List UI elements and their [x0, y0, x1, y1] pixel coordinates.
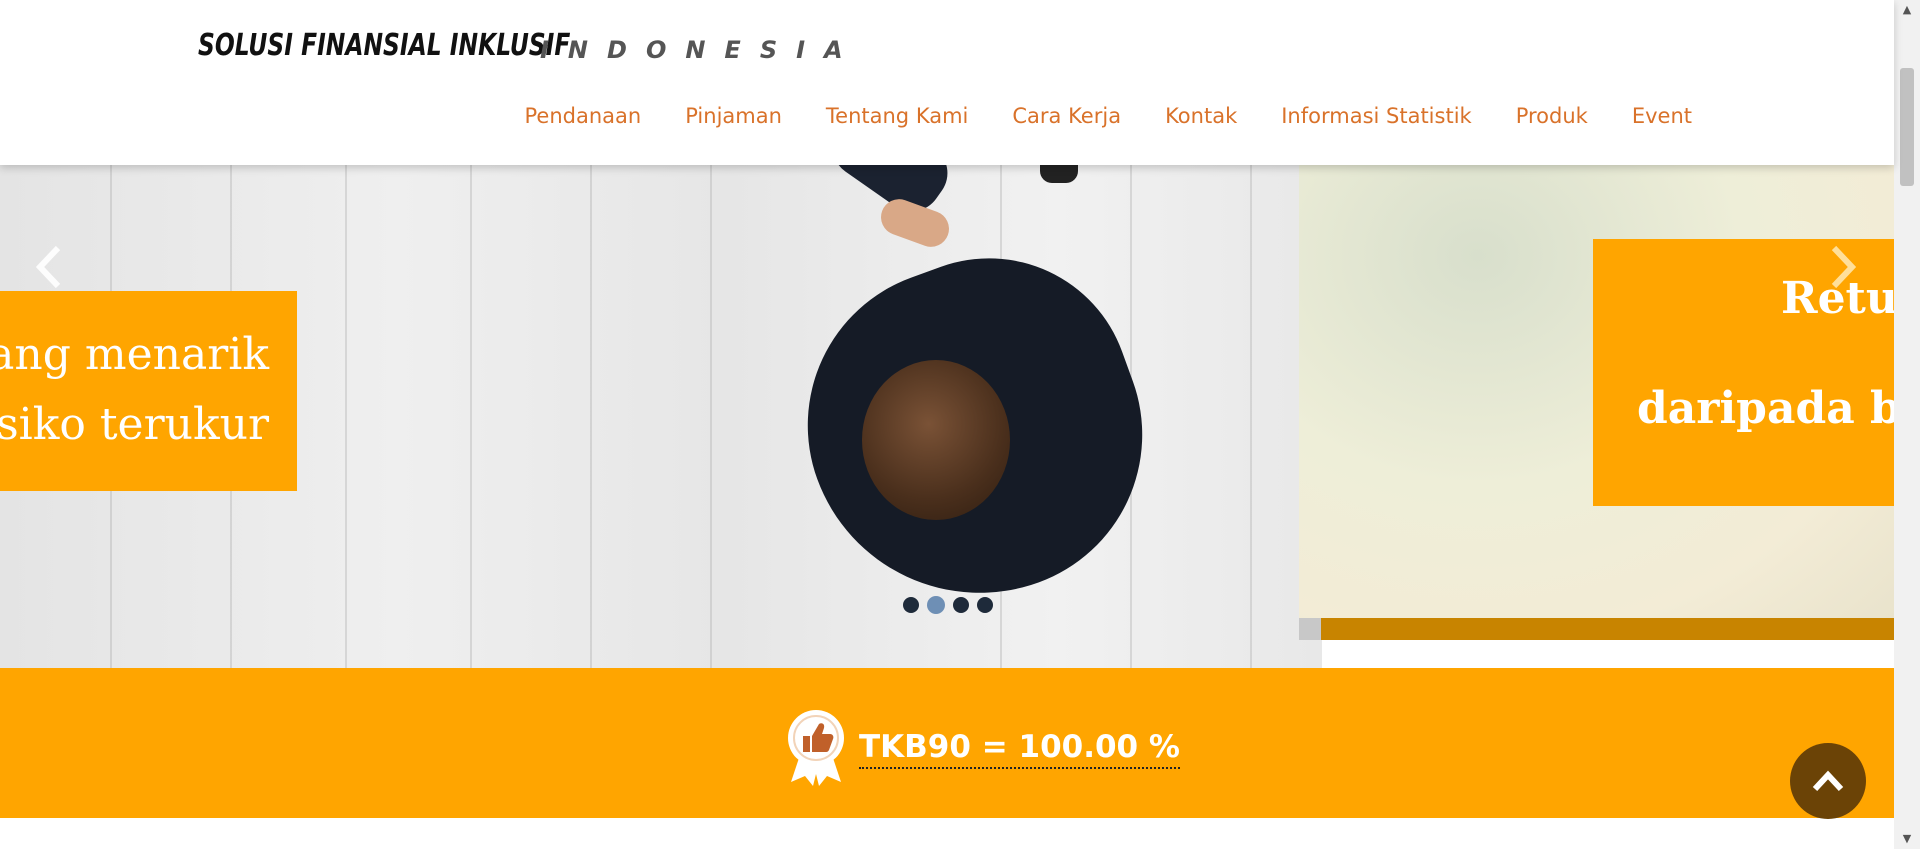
- logo-main-text: SOLUSI FINANSIAL INKLUSIF: [198, 28, 571, 63]
- chevron-up-icon: [1812, 770, 1844, 792]
- person-head-image: [862, 360, 1010, 520]
- nav-produk[interactable]: Produk: [1494, 104, 1610, 128]
- nav-pinjaman[interactable]: Pinjaman: [663, 104, 804, 128]
- slider-dot[interactable]: [903, 597, 919, 613]
- tkb-value-link[interactable]: TKB90 = 100.00 %: [859, 729, 1180, 769]
- caption-line: daripada bu: [1637, 383, 1894, 434]
- nav-cara-kerja[interactable]: Cara Kerja: [990, 104, 1143, 128]
- nav-tentang-kami[interactable]: Tentang Kami: [804, 104, 990, 128]
- slider-dot[interactable]: [953, 597, 969, 613]
- logo-sub-text: INDONESIA: [540, 36, 862, 64]
- caption-line: yang menarik: [0, 329, 269, 380]
- prev-slide-button[interactable]: [32, 242, 66, 304]
- slide-shadow: [1321, 618, 1894, 640]
- logo[interactable]: SOLUSI FINANSIAL INKLUSIF INDONESIA: [198, 28, 843, 68]
- next-slide-button[interactable]: [1826, 242, 1860, 304]
- slider-dot[interactable]: [977, 597, 993, 613]
- shoe-image: [1040, 165, 1078, 183]
- scroll-up-arrow-icon[interactable]: ▲: [1894, 0, 1920, 20]
- scrollbar-thumb[interactable]: [1900, 68, 1914, 186]
- nav-kontak[interactable]: Kontak: [1143, 104, 1259, 128]
- main-nav: Pendanaan Pinjaman Tentang Kami Cara Ker…: [503, 104, 1714, 128]
- scroll-down-arrow-icon[interactable]: ▼: [1894, 829, 1920, 849]
- tkb-stat: TKB90 = 100.00 %: [785, 706, 1180, 786]
- hero-slider: yang menarik risiko terukur Retur daripa…: [0, 165, 1894, 668]
- tkb-band: TKB90 = 100.00 %: [0, 668, 1894, 818]
- nav-event[interactable]: Event: [1610, 104, 1714, 128]
- chevron-left-icon: [35, 245, 61, 289]
- nav-pendanaan[interactable]: Pendanaan: [503, 104, 664, 128]
- back-to-top-button[interactable]: [1790, 743, 1866, 819]
- slide-caption-left: yang menarik risiko terukur: [0, 291, 297, 491]
- slider-dots: [903, 596, 993, 614]
- nav-informasi-statistik[interactable]: Informasi Statistik: [1259, 104, 1493, 128]
- slider-dot-active[interactable]: [927, 596, 945, 614]
- chevron-right-icon: [1831, 245, 1857, 289]
- thumbs-up-badge-icon: [785, 706, 847, 786]
- site-header: SOLUSI FINANSIAL INKLUSIF INDONESIA Pend…: [0, 0, 1894, 165]
- page-scrollbar[interactable]: ▲ ▼: [1894, 0, 1920, 849]
- caption-line: risiko terukur: [0, 399, 269, 450]
